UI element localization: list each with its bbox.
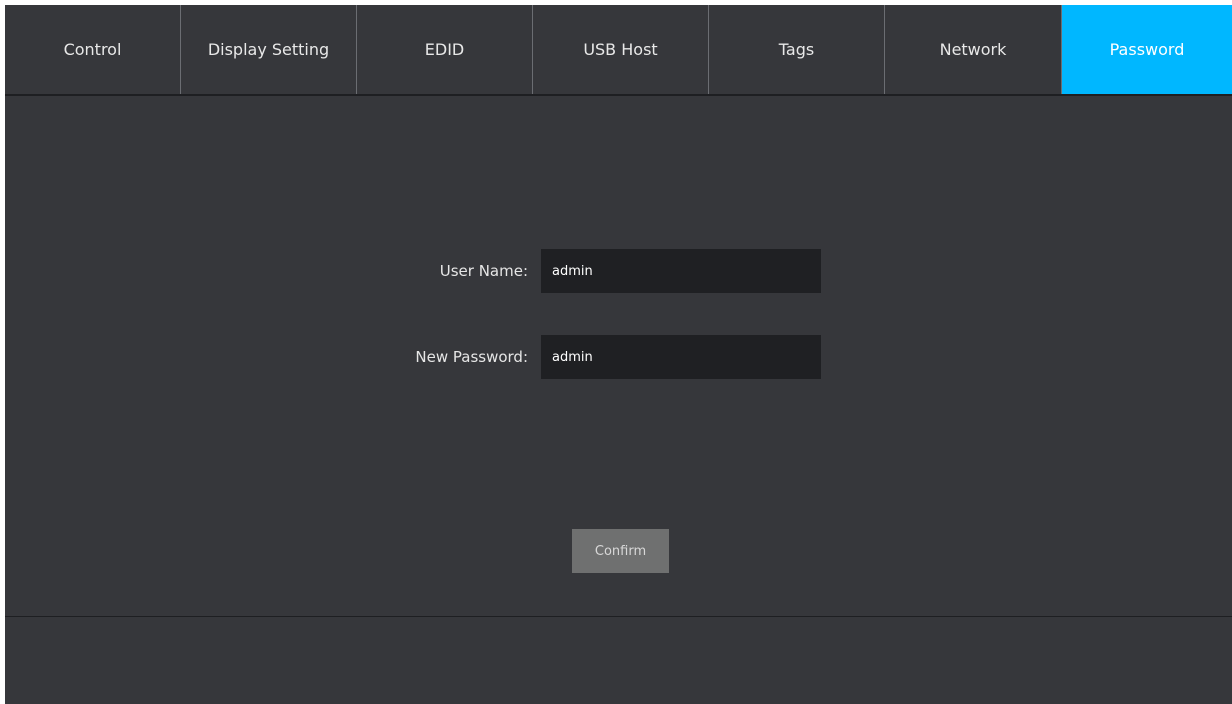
tab-edid[interactable]: EDID: [357, 5, 533, 94]
tab-usb-host[interactable]: USB Host: [533, 5, 709, 94]
app-frame: Control Display Setting EDID USB Host Ta…: [5, 5, 1232, 704]
username-row: User Name:: [5, 249, 821, 293]
confirm-button[interactable]: Confirm: [572, 529, 669, 573]
new-password-row: New Password:: [5, 335, 821, 379]
username-label: User Name:: [439, 262, 528, 280]
tab-network[interactable]: Network: [885, 5, 1062, 94]
tab-bar: Control Display Setting EDID USB Host Ta…: [5, 5, 1232, 96]
tab-password[interactable]: Password: [1062, 5, 1232, 94]
footer: [5, 617, 1232, 704]
password-panel: User Name: New Password: Confirm: [5, 96, 1232, 616]
tab-tags[interactable]: Tags: [709, 5, 885, 94]
new-password-label: New Password:: [415, 348, 528, 366]
tab-display-setting[interactable]: Display Setting: [181, 5, 357, 94]
tab-control[interactable]: Control: [5, 5, 181, 94]
username-input[interactable]: [541, 249, 821, 293]
new-password-input[interactable]: [541, 335, 821, 379]
